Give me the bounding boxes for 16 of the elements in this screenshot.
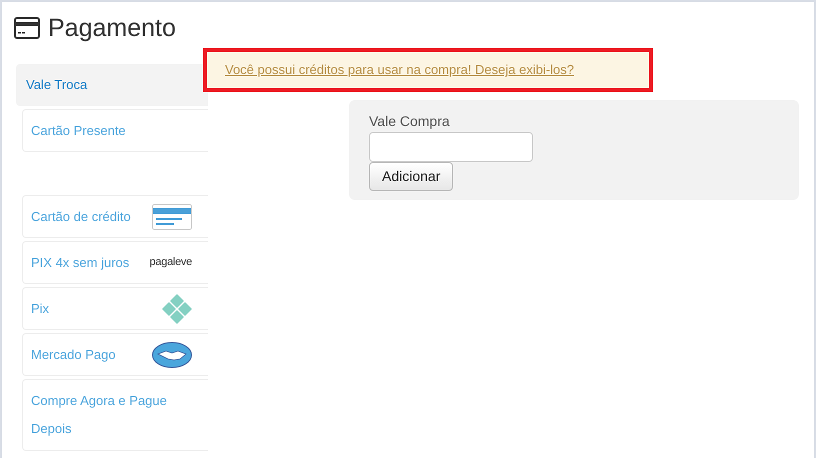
- payment-tab[interactable]: Cartão Presente: [22, 109, 208, 152]
- add-button[interactable]: Adicionar: [369, 162, 454, 191]
- card-icon: [14, 17, 40, 39]
- payment-tab[interactable]: Cartão de crédito: [22, 195, 208, 238]
- payment-tab[interactable]: Vale Troca: [16, 64, 208, 106]
- credits-link[interactable]: Você possui créditos para usar na compra! Deseja exibi-los?: [225, 60, 574, 80]
- payment-tab[interactable]: Pix: [22, 287, 208, 330]
- card-icon: [152, 204, 192, 230]
- brand-logo: pagaleve: [150, 255, 192, 270]
- diamond-icon: [162, 294, 192, 324]
- page-title: Pagamento: [48, 13, 176, 44]
- payment-tab[interactable]: Mercado Pago: [22, 333, 208, 376]
- payment-tab[interactable]: Compre Agora e Pague Depois: [22, 379, 208, 451]
- payment-tab[interactable]: PIX 4x sem juros pagaleve: [22, 241, 208, 284]
- input-field[interactable]: [369, 132, 533, 162]
- field-label: Vale Compra: [369, 112, 450, 130]
